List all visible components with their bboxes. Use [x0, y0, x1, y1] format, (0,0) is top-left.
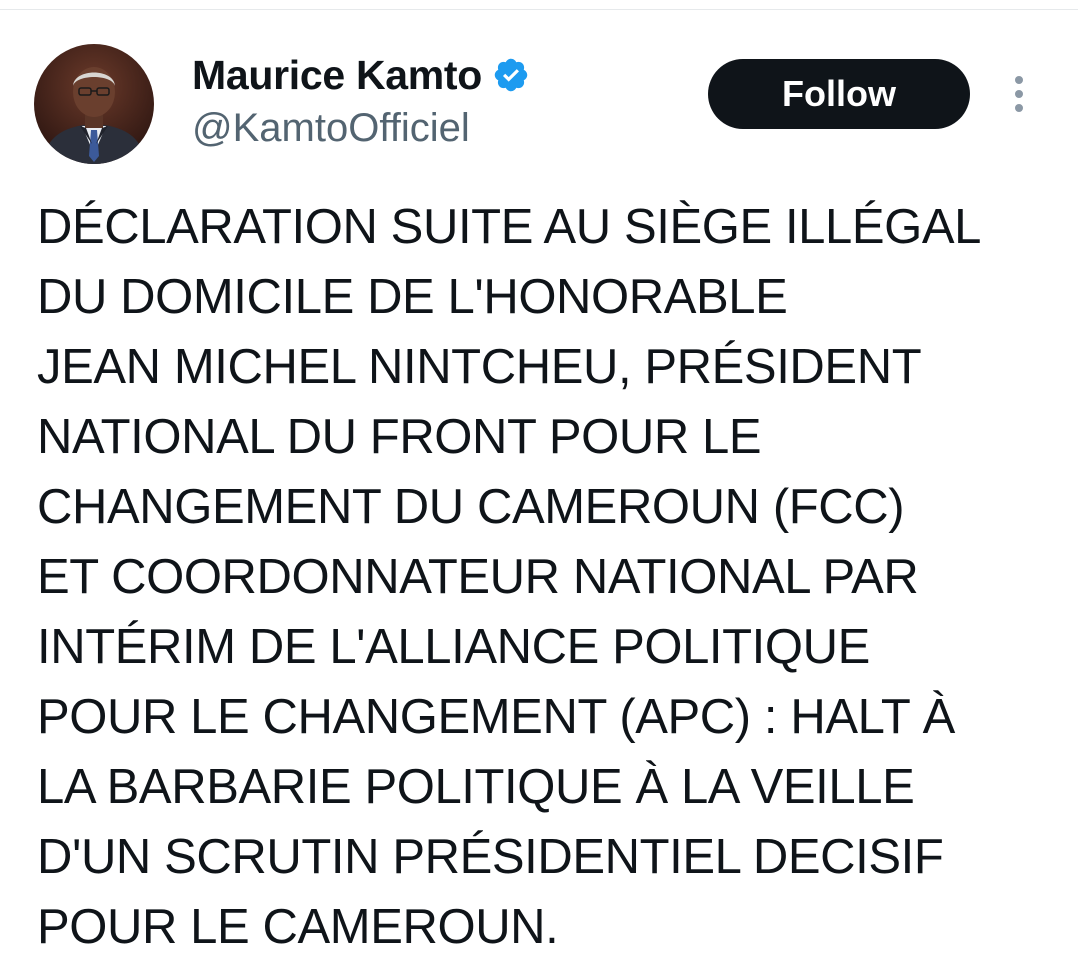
author-name-row: Maurice Kamto: [192, 50, 530, 100]
tweet-line: POUR LE CAMEROUN.: [37, 900, 559, 954]
author-handle[interactable]: @KamtoOfficiel: [192, 106, 470, 151]
tweet-text: DÉCLARATION SUITE AU SIÈGE ILLÉGAL DU DO…: [37, 192, 1067, 962]
avatar[interactable]: [34, 44, 154, 164]
top-divider: [0, 9, 1078, 10]
tweet-line: DU DOMICILE DE L'HONORABLE: [37, 270, 788, 324]
tweet-line: DÉCLARATION SUITE AU SIÈGE ILLÉGAL: [37, 200, 982, 254]
follow-button[interactable]: Follow: [708, 59, 970, 129]
tweet-line: ET COORDONNATEUR NATIONAL PAR: [37, 550, 919, 604]
tweet-line: POUR LE CHANGEMENT (APC) : HALT À: [37, 690, 955, 744]
tweet-line: D'UN SCRUTIN PRÉSIDENTIEL DECISIF: [37, 830, 944, 884]
tweet-line: INTÉRIM DE L'ALLIANCE POLITIQUE: [37, 620, 870, 674]
avatar-photo: [34, 44, 154, 164]
verified-badge-icon: [492, 56, 530, 94]
tweet-line: NATIONAL DU FRONT POUR LE: [37, 410, 762, 464]
display-name[interactable]: Maurice Kamto: [192, 52, 482, 99]
more-vertical-icon[interactable]: [1005, 74, 1033, 114]
tweet-line: LA BARBARIE POLITIQUE À LA VEILLE: [37, 760, 915, 814]
tweet-line: JEAN MICHEL NINTCHEU, PRÉSIDENT: [37, 340, 922, 394]
tweet-line: CHANGEMENT DU CAMEROUN (FCC): [37, 480, 905, 534]
